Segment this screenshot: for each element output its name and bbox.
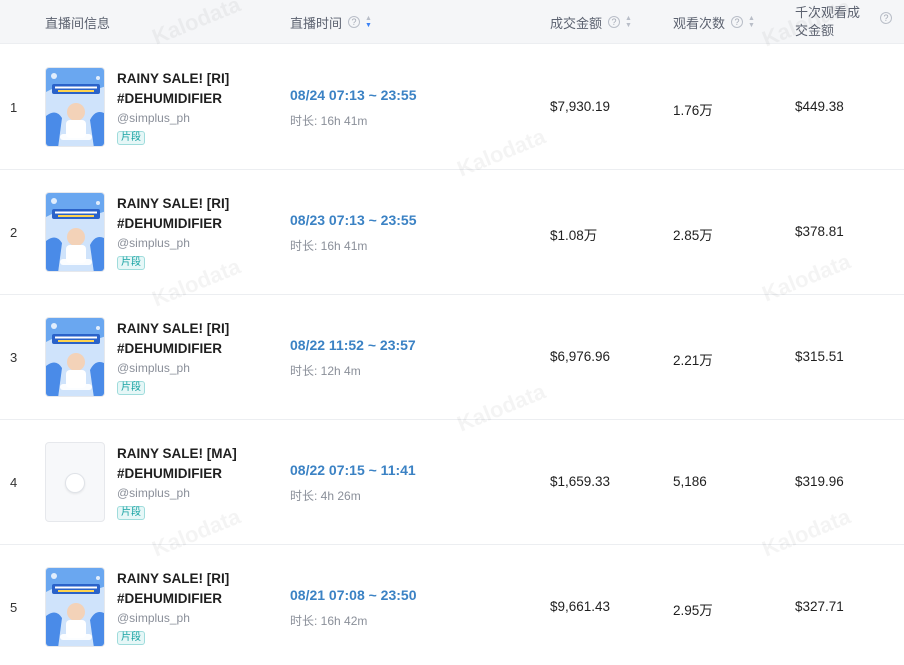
header-views-label: 观看次数 <box>673 15 726 31</box>
image-placeholder-icon <box>65 473 85 493</box>
clip-tag: 片段 <box>117 256 145 270</box>
live-title[interactable]: RAINY SALE! [RI] #DEHUMIDIFIER <box>117 569 277 609</box>
live-title[interactable]: RAINY SALE! [RI] #DEHUMIDIFIER <box>117 69 277 109</box>
help-icon[interactable]: ? <box>880 12 892 24</box>
table-row[interactable]: 4 RAINY SALE! [MA] #DEHUMIDIFIER @simplu… <box>0 420 904 545</box>
row-index: 2 <box>10 225 18 240</box>
table-row[interactable]: 1 RAINY SALE! [RI] #DEHUMIDIFIER @simplu… <box>0 45 904 170</box>
clip-tag: 片段 <box>117 506 145 520</box>
help-icon[interactable]: ? <box>348 16 361 28</box>
views-value: 1.76万 <box>673 103 713 118</box>
gpm-value: $327.71 <box>795 599 844 614</box>
live-title[interactable]: RAINY SALE! [RI] #DEHUMIDIFIER <box>117 194 277 234</box>
views-value: 2.85万 <box>673 228 713 243</box>
header-views[interactable]: 观看次数 ? ▲ ▼ <box>673 0 755 44</box>
table-header: 直播间信息 直播时间 ? ▲ ▼ 成交金额 ? ▲ ▼ 观看次数 ? ▲ ▼ 千次观看… <box>0 0 904 44</box>
header-gpm[interactable]: 千次观看成交金额 ? <box>795 0 892 44</box>
sort-icon[interactable]: ▲ ▼ <box>365 15 372 29</box>
help-icon[interactable]: ? <box>731 16 744 28</box>
live-thumbnail[interactable] <box>45 317 105 397</box>
live-duration: 时长: 16h 41m <box>290 239 368 253</box>
live-time-range: 08/22 07:15 ~ 11:41 <box>290 462 416 478</box>
sort-icon[interactable]: ▲ ▼ <box>748 15 755 29</box>
gpm-value: $449.38 <box>795 99 844 114</box>
gpm-value: $319.96 <box>795 474 844 489</box>
clip-tag: 片段 <box>117 381 145 395</box>
table-row[interactable]: 5 RAINY SALE! [RI] #DEHUMIDIFIER @simplu… <box>0 545 904 665</box>
table-row[interactable]: 2 RAINY SALE! [RI] #DEHUMIDIFIER @simplu… <box>0 170 904 295</box>
gmv-value: $7,930.19 <box>550 99 611 114</box>
live-duration: 时长: 16h 42m <box>290 614 368 628</box>
gmv-value: $6,976.96 <box>550 349 611 364</box>
creator-handle[interactable]: @simplus_ph <box>117 236 190 250</box>
live-time-range: 08/22 11:52 ~ 23:57 <box>290 337 416 353</box>
gmv-value: $1.08万 <box>550 228 598 243</box>
creator-handle[interactable]: @simplus_ph <box>117 486 190 500</box>
live-time-range: 08/23 07:13 ~ 23:55 <box>290 212 417 228</box>
creator-handle[interactable]: @simplus_ph <box>117 111 190 125</box>
creator-handle[interactable]: @simplus_ph <box>117 361 190 375</box>
header-live-info-label: 直播间信息 <box>45 15 111 31</box>
row-index: 5 <box>10 600 18 615</box>
row-index: 3 <box>10 350 18 365</box>
header-gpm-label: 千次观看成交金额 <box>795 5 861 38</box>
live-thumbnail[interactable] <box>45 567 105 647</box>
header-gmv[interactable]: 成交金额 ? ▲ ▼ <box>550 0 632 44</box>
row-index: 1 <box>10 100 18 115</box>
gpm-value: $378.81 <box>795 224 844 239</box>
row-index: 4 <box>10 475 18 490</box>
live-title[interactable]: RAINY SALE! [RI] #DEHUMIDIFIER <box>117 319 277 359</box>
live-title[interactable]: RAINY SALE! [MA] #DEHUMIDIFIER <box>117 444 277 484</box>
header-live-time-label: 直播时间 <box>290 15 343 31</box>
sort-icon[interactable]: ▲ ▼ <box>625 15 632 29</box>
header-live-time[interactable]: 直播时间 ? ▲ ▼ <box>290 0 372 44</box>
header-gmv-label: 成交金额 <box>550 15 603 31</box>
live-thumbnail[interactable] <box>45 442 105 522</box>
live-duration: 时长: 16h 41m <box>290 114 368 128</box>
table-row[interactable]: 3 RAINY SALE! [RI] #DEHUMIDIFIER @simplu… <box>0 295 904 420</box>
views-value: 5,186 <box>673 474 707 489</box>
live-duration: 时长: 4h 26m <box>290 489 361 503</box>
gpm-value: $315.51 <box>795 349 844 364</box>
live-duration: 时长: 12h 4m <box>290 364 361 378</box>
help-icon[interactable]: ? <box>608 16 621 28</box>
creator-handle[interactable]: @simplus_ph <box>117 611 190 625</box>
live-time-range: 08/24 07:13 ~ 23:55 <box>290 87 417 103</box>
live-thumbnail[interactable] <box>45 192 105 272</box>
views-value: 2.95万 <box>673 603 713 618</box>
views-value: 2.21万 <box>673 353 713 368</box>
gmv-value: $1,659.33 <box>550 474 611 489</box>
live-time-range: 08/21 07:08 ~ 23:50 <box>290 587 417 603</box>
gmv-value: $9,661.43 <box>550 599 611 614</box>
clip-tag: 片段 <box>117 631 145 645</box>
header-live-info: 直播间信息 <box>45 0 110 44</box>
live-thumbnail[interactable] <box>45 67 105 147</box>
clip-tag: 片段 <box>117 131 145 145</box>
